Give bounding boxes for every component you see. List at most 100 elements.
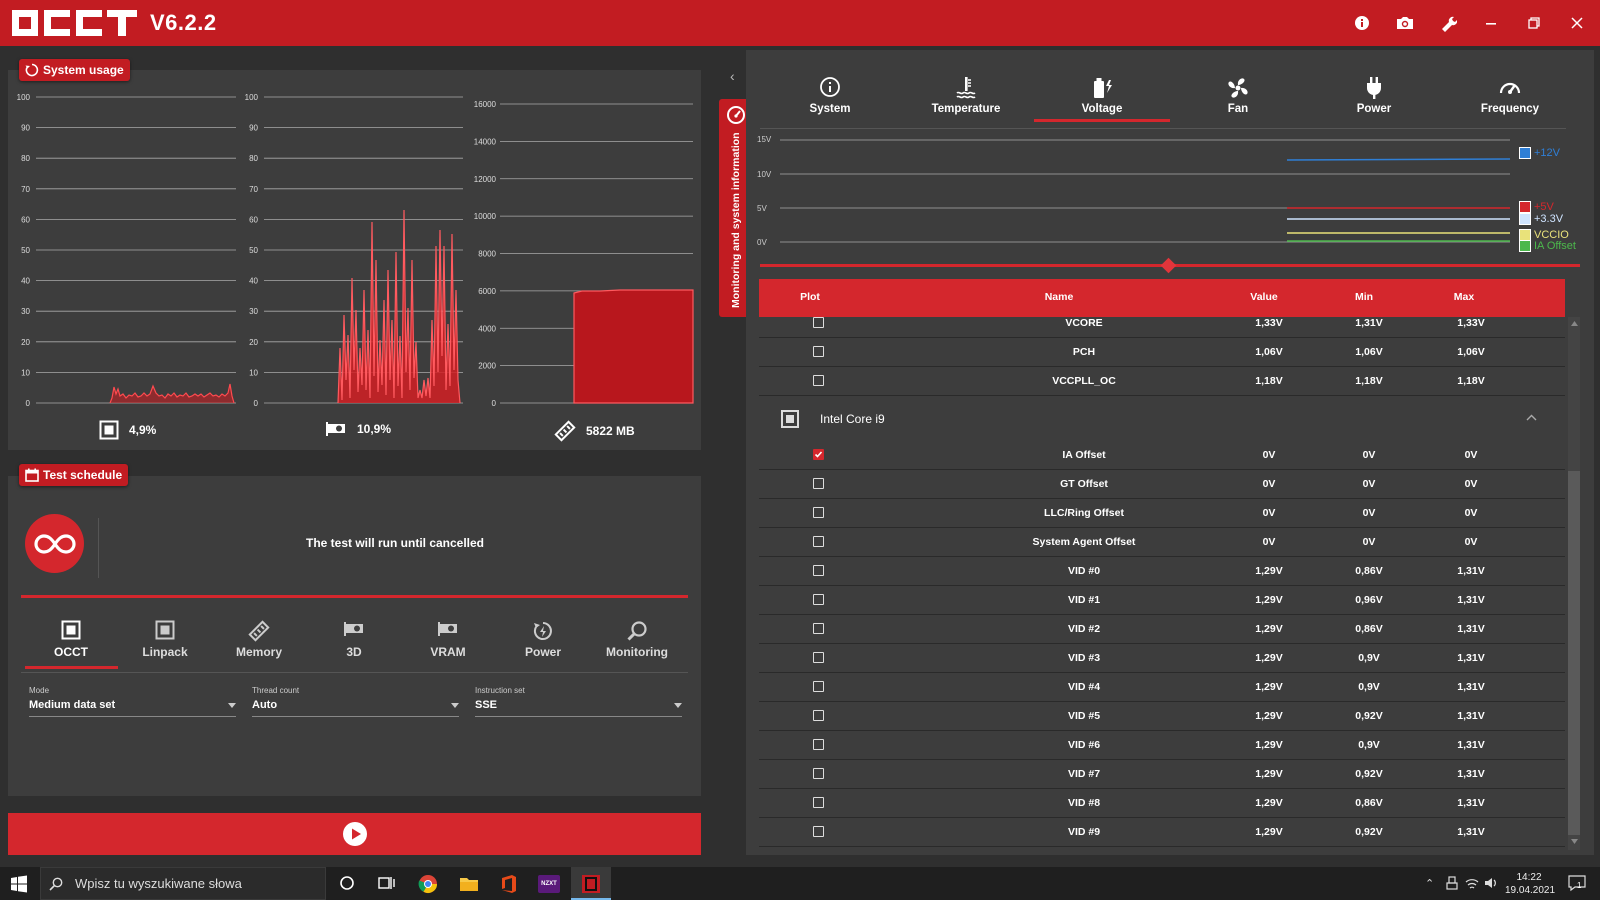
sensor-name: LLC/Ring Offset [1044,507,1124,519]
sensor-min: 0,92V [1355,826,1383,838]
sensor-name: VID #1 [1067,594,1101,606]
restore-icon[interactable] [1523,12,1545,34]
occt-taskbar-button[interactable] [571,867,611,900]
table-scrollbar[interactable] [1568,317,1580,850]
tick-label: 60 [249,215,258,224]
app-version: V6.2.2 [150,10,217,35]
plot-checkbox[interactable] [813,478,824,489]
plot-checkbox[interactable] [813,681,824,692]
tab-frequency-label: Frequency [1480,103,1540,115]
cortana-icon[interactable] [339,875,355,896]
scrollbar-thumb[interactable] [1568,471,1580,835]
plot-checkbox[interactable] [813,507,824,518]
sensor-value: 1,29V [1255,652,1283,664]
refresh-icon [25,63,39,77]
sensor-max: 1,31V [1457,594,1485,606]
tab-fan[interactable]: Fan [1183,76,1293,115]
sensor-value: 1,29V [1255,797,1283,809]
speedometer-icon [1499,82,1521,94]
scroll-up-icon[interactable] [1571,321,1578,326]
plot-checkbox[interactable] [813,797,824,808]
tick-label: 6000 [478,287,496,296]
tick-label: 14000 [474,137,497,146]
office-icon[interactable] [500,874,518,899]
sensor-name: VID #9 [1067,826,1101,838]
tab-system[interactable]: System [775,76,885,115]
plot-checkbox[interactable] [813,565,824,576]
sensor-value: 0V [1262,449,1276,461]
taskbar-clock[interactable]: 14:22 19.04.2021 [1505,871,1555,897]
minimize-icon[interactable] [1480,12,1502,34]
plot-checkbox[interactable] [813,739,824,750]
task-view-icon[interactable] [378,875,396,896]
collapse-arrow-icon[interactable]: ‹ [730,68,735,84]
plot-checkbox[interactable] [813,826,824,837]
cpu-icon [781,410,799,428]
taskbar-search[interactable]: Wpisz tu wyszukiwane słowa [40,867,326,900]
sensor-name: GT Offset [1060,478,1108,490]
plot-checkbox[interactable] [813,768,824,779]
sensor-max: 1,31V [1457,768,1485,780]
sensor-value: 1,29V [1255,710,1283,722]
sensor-max: 0V [1464,449,1478,461]
tab-temperature[interactable]: Temperature [911,76,1021,115]
volume-icon[interactable] [1484,876,1498,895]
tick-label: 80 [21,154,30,163]
group-row-intel-core-i9[interactable]: Intel Core i9 [759,396,1565,440]
windows-start-icon[interactable] [10,875,28,898]
system-usage-badge: System usage [19,59,130,81]
tab-frequency[interactable]: Frequency [1455,76,1565,115]
tick-label: 90 [249,124,258,133]
plot-checkbox[interactable] [813,652,824,663]
sensor-value: 1,29V [1255,623,1283,635]
sensor-value: 0V [1262,478,1276,490]
close-icon[interactable] [1566,12,1588,34]
plot-checkbox[interactable] [813,346,824,357]
sensor-name: System Agent Offset [1032,536,1136,548]
plot-checkbox[interactable] [813,623,824,634]
tab-fan-label: Fan [1227,103,1249,115]
legend-5v[interactable]: +5V [1519,201,1554,213]
table-row: VID #8 1,29V 0,86V 1,31V [759,789,1565,818]
notification-icon[interactable]: 1 [1568,874,1586,897]
tray-usb-icon[interactable] [1446,876,1458,895]
file-explorer-icon[interactable] [459,875,479,898]
plot-checkbox[interactable] [813,317,824,328]
notification-count: 1 [1577,881,1582,890]
nzxt-icon[interactable]: NZXT [538,875,560,893]
plot-checkbox[interactable] [813,594,824,605]
sensor-min: 0V [1362,478,1376,490]
plot-checkbox[interactable] [813,536,824,547]
y-tick-0v: 0V [757,238,767,247]
legend-12v[interactable]: +12V [1519,147,1560,159]
gauge-icon [727,106,745,124]
legend-ia-offset[interactable]: IA Offset [1519,240,1576,252]
table-row: GT Offset 0V 0V 0V [759,470,1565,499]
tick-label: 40 [21,277,30,286]
camera-icon[interactable] [1394,12,1416,34]
chevron-up-icon[interactable] [1526,414,1537,421]
tab-system-label: System [809,103,851,115]
sensor-value: 1,18V [1255,375,1283,387]
plot-checkbox[interactable] [813,449,824,460]
plot-checkbox[interactable] [813,375,824,386]
table-row: VID #6 1,29V 0,9V 1,31V [759,731,1565,760]
tray-expand-icon[interactable]: ⌃ [1425,877,1434,890]
sensor-table-header: Plot Name Value Min Max [759,279,1565,317]
scroll-down-icon[interactable] [1571,839,1578,844]
y-tick-10v: 10V [757,170,772,179]
chrome-icon[interactable] [418,874,438,899]
legend-3v3[interactable]: +3.3V [1519,213,1563,225]
wrench-icon[interactable] [1437,12,1459,34]
info-icon[interactable] [1351,12,1373,34]
fan-icon [1228,78,1248,98]
sensor-max: 0V [1464,536,1478,548]
tick-label: 8000 [478,250,496,259]
plot-checkbox[interactable] [813,710,824,721]
sensor-min: 0,96V [1355,594,1383,606]
tab-power-monitor[interactable]: Power [1319,76,1429,115]
sensor-value: 1,29V [1255,681,1283,693]
wifi-icon[interactable] [1465,876,1479,895]
tab-voltage[interactable]: Voltage [1047,76,1157,115]
table-row: VID #1 1,29V 0,96V 1,31V [759,586,1565,615]
